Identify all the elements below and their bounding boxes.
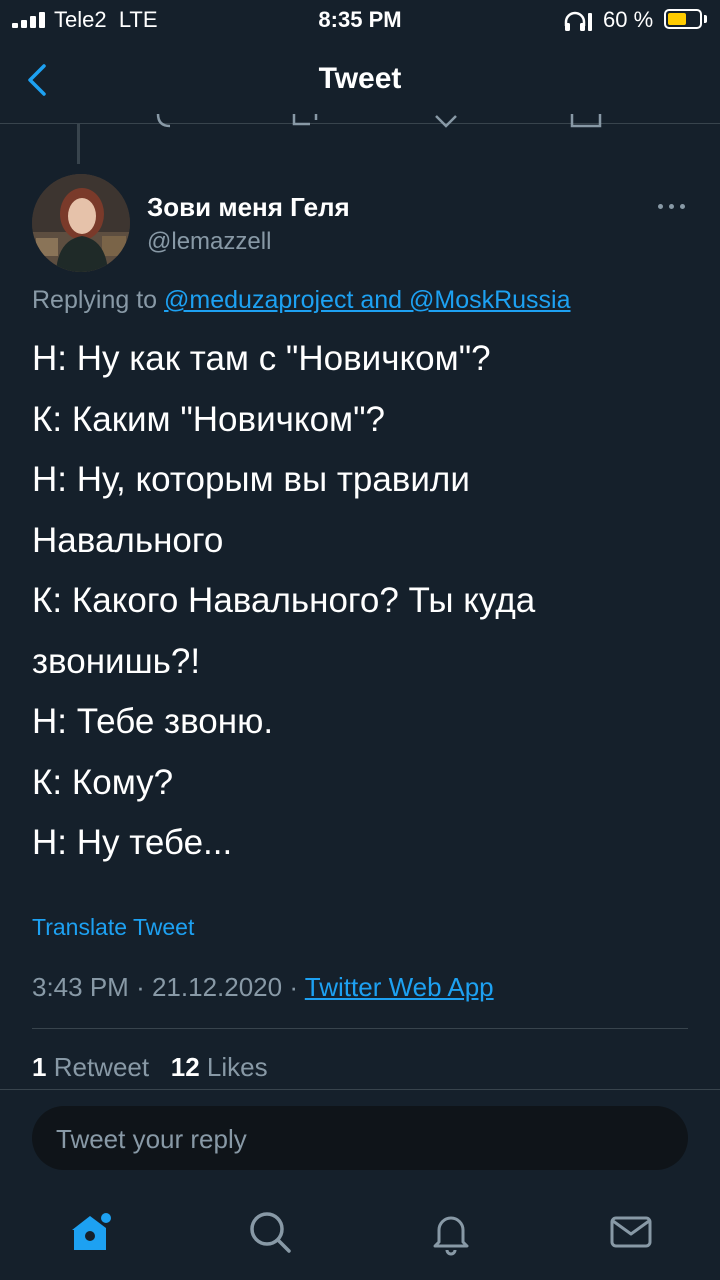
tab-search[interactable] (246, 1208, 294, 1256)
tweet-line: К: Кому? (32, 762, 174, 802)
tab-home[interactable] (66, 1208, 114, 1256)
headphones-icon (564, 11, 592, 31)
tweet-line: Н: Тебе звоню. (32, 702, 274, 741)
thread-connector-line (77, 124, 80, 164)
author-username[interactable]: @lemazzell (147, 228, 271, 256)
tweet-source-link[interactable]: Twitter Web App (305, 972, 494, 1002)
retweets-label: Retweet (53, 1052, 150, 1082)
retweets-count: 1 (32, 1052, 47, 1082)
messages-icon (610, 1216, 652, 1248)
tweet-line: Н: Ну тебе... (32, 823, 233, 862)
home-icon (72, 1213, 111, 1250)
more-options-button[interactable] (656, 196, 688, 216)
share-icon (570, 114, 602, 128)
retweets-stat[interactable]: 1 Retweet (32, 1052, 149, 1082)
tweet-line: звонишь?! (32, 641, 201, 681)
more-dot (658, 204, 663, 209)
battery-icon (664, 9, 702, 29)
likes-stat[interactable]: 12 Likes (171, 1052, 268, 1082)
page-title: Tweet (318, 62, 402, 95)
likes-label: Likes (206, 1052, 268, 1082)
divider (32, 1028, 688, 1029)
battery-level (668, 13, 686, 25)
tweet-stats: 1 Retweet 12 Likes (32, 1052, 268, 1083)
author-display-name[interactable]: Зови меня Геля (147, 192, 350, 223)
more-dot (680, 204, 685, 209)
tweet-line: К: Какого Навального? Ты куда (32, 581, 536, 620)
replying-prefix: Replying to (32, 286, 158, 314)
tweet-meta: 3:43 PM · 21.12.2020 · Twitter Web App (32, 972, 494, 1003)
status-bar: Tele2 LTE 8:35 PM 60 % (0, 0, 720, 40)
tweet-time: 3:43 PM (32, 972, 129, 1002)
like-icon (435, 115, 457, 128)
tab-messages[interactable] (607, 1208, 655, 1256)
tweet-line: Навального (32, 520, 224, 560)
replying-to: Replying to @meduzaproject and @MoskRuss… (32, 286, 571, 315)
tweet-text: Н: Ну как там с "Новичком"? К: Каким "Но… (32, 329, 682, 874)
more-dot (669, 204, 674, 209)
notifications-icon (433, 1216, 469, 1256)
reply-input[interactable]: Tweet your reply (32, 1106, 688, 1170)
meta-separator: · (136, 972, 145, 1002)
tweet-date: 21.12.2020 (151, 972, 283, 1002)
avatar[interactable] (32, 174, 130, 272)
translate-tweet-link[interactable]: Translate Tweet (32, 914, 194, 941)
tweet-line: Н: Ну как там с "Новичком"? (32, 339, 491, 378)
divider (0, 1089, 720, 1090)
tab-notifications[interactable] (427, 1208, 475, 1256)
reply-placeholder: Tweet your reply (56, 1124, 247, 1154)
avatar-image (32, 174, 130, 272)
replying-to-link[interactable]: @meduzaproject and @MoskRussia (164, 286, 570, 314)
meta-separator: · (289, 972, 299, 1002)
header-divider (0, 123, 720, 124)
likes-count: 12 (170, 1052, 200, 1082)
search-icon (250, 1212, 291, 1253)
tweet-line: Н: Ну, которым вы травили (32, 460, 470, 499)
battery-tip (704, 15, 707, 23)
battery-percent: 60 % (603, 7, 654, 32)
retweet-icon (292, 114, 318, 126)
tweet-line: К: Каким "Новичком"? (32, 399, 386, 439)
reply-icon (156, 114, 171, 128)
